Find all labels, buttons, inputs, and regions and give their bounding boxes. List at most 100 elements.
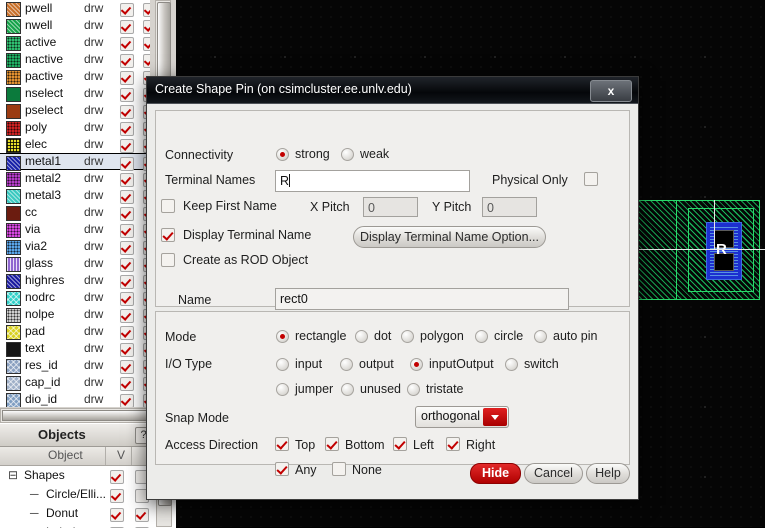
layer-row-metal2[interactable]: metal2 drw bbox=[0, 170, 150, 187]
layer-visible-checkbox[interactable] bbox=[120, 394, 134, 407]
checkbox-access-none[interactable] bbox=[332, 462, 346, 476]
tree-toggle-icon[interactable]: ─ bbox=[30, 485, 39, 504]
hide-button[interactable]: Hide bbox=[470, 463, 521, 484]
layer-row-nolpe[interactable]: nolpe drw bbox=[0, 306, 150, 323]
checkbox-access-bottom[interactable] bbox=[325, 437, 339, 451]
objects-visible-checkbox[interactable] bbox=[110, 470, 124, 484]
tree-toggle-icon[interactable]: ─ bbox=[30, 504, 39, 523]
layer-row-poly[interactable]: poly drw bbox=[0, 119, 150, 136]
create-shape-pin-dialog[interactable]: Create Shape Pin (on csimcluster.ee.unlv… bbox=[146, 76, 639, 500]
radio-connectivity-weak[interactable] bbox=[341, 148, 354, 161]
layer-visible-checkbox[interactable] bbox=[120, 275, 134, 289]
checkbox-access-top[interactable] bbox=[275, 437, 289, 451]
layer-row-highres[interactable]: highres drw bbox=[0, 272, 150, 289]
layer-visible-checkbox[interactable] bbox=[120, 54, 134, 68]
checkbox-access-any[interactable] bbox=[275, 462, 289, 476]
layer-row-elec[interactable]: elec drw bbox=[0, 136, 150, 153]
help-button[interactable]: Help bbox=[586, 463, 630, 484]
radio-mode-auto-pin[interactable] bbox=[534, 330, 547, 343]
layer-visible-checkbox[interactable] bbox=[120, 292, 134, 306]
layer-row-nselect[interactable]: nselect drw bbox=[0, 85, 150, 102]
layer-visible-checkbox[interactable] bbox=[120, 37, 134, 51]
x-pitch-input[interactable]: 0 bbox=[363, 197, 418, 217]
radio-io-unused[interactable] bbox=[341, 383, 354, 396]
radio-mode-rectangle[interactable] bbox=[276, 330, 289, 343]
checkbox-keep-first-name[interactable] bbox=[161, 199, 175, 213]
checkbox-display-terminal-name[interactable] bbox=[161, 228, 175, 242]
layer-row-pactive[interactable]: pactive drw bbox=[0, 68, 150, 85]
layer-row-metal1[interactable]: metal1 drw bbox=[0, 153, 150, 171]
layer-visible-checkbox[interactable] bbox=[120, 377, 134, 391]
layer-row-active[interactable]: active drw bbox=[0, 34, 150, 51]
layer-visible-checkbox[interactable] bbox=[120, 173, 134, 187]
radio-io-output[interactable] bbox=[340, 358, 353, 371]
layer-list-hscroll-thumb[interactable] bbox=[2, 410, 154, 421]
objects-select-checkbox[interactable] bbox=[135, 508, 149, 522]
radio-io-input[interactable] bbox=[276, 358, 289, 371]
layer-visible-checkbox[interactable] bbox=[120, 139, 134, 153]
objects-row[interactable]: ─ Label bbox=[0, 523, 176, 528]
layer-select-checkbox[interactable] bbox=[143, 20, 150, 34]
layer-visible-checkbox[interactable] bbox=[120, 3, 134, 17]
snap-mode-select[interactable]: orthogonal bbox=[415, 406, 509, 428]
dialog-titlebar[interactable]: Create Shape Pin (on csimcluster.ee.unlv… bbox=[147, 77, 638, 104]
radio-mode-circle[interactable] bbox=[475, 330, 488, 343]
close-icon[interactable]: x bbox=[590, 80, 632, 102]
objects-visible-checkbox[interactable] bbox=[110, 508, 124, 522]
layer-visible-checkbox[interactable] bbox=[120, 88, 134, 102]
layer-row-nactive[interactable]: nactive drw bbox=[0, 51, 150, 68]
layer-row-pad[interactable]: pad drw bbox=[0, 323, 150, 340]
layer-row-via2[interactable]: via2 drw bbox=[0, 238, 150, 255]
checkbox-access-left[interactable] bbox=[393, 437, 407, 451]
layer-row-via[interactable]: via drw bbox=[0, 221, 150, 238]
objects-visible-checkbox[interactable] bbox=[110, 489, 124, 503]
layer-visible-checkbox[interactable] bbox=[120, 190, 134, 204]
layer-select-checkbox[interactable] bbox=[143, 37, 150, 51]
layer-visible-checkbox[interactable] bbox=[120, 20, 134, 34]
layout-shape-group[interactable]: R bbox=[634, 200, 760, 300]
tree-toggle-icon[interactable]: ⊟ bbox=[8, 466, 18, 485]
layer-visible-checkbox[interactable] bbox=[120, 360, 134, 374]
layer-row-dio_id[interactable]: dio_id drw bbox=[0, 391, 150, 407]
layer-visible-checkbox[interactable] bbox=[120, 326, 134, 340]
radio-io-switch[interactable] bbox=[505, 358, 518, 371]
layer-row-glass[interactable]: glass drw bbox=[0, 255, 150, 272]
layer-row-text[interactable]: text drw bbox=[0, 340, 150, 357]
layer-visible-checkbox[interactable] bbox=[120, 309, 134, 323]
layer-select-checkbox[interactable] bbox=[143, 54, 150, 68]
radio-io-jumper[interactable] bbox=[276, 383, 289, 396]
layer-visible-checkbox[interactable] bbox=[120, 241, 134, 255]
layer-row-pwell[interactable]: pwell drw bbox=[0, 0, 150, 17]
layer-row-cc[interactable]: cc drw bbox=[0, 204, 150, 221]
layer-row-metal3[interactable]: metal3 drw bbox=[0, 187, 150, 204]
checkbox-access-right[interactable] bbox=[446, 437, 460, 451]
metal1-pin-shape[interactable]: R bbox=[706, 222, 742, 280]
layer-visible-checkbox[interactable] bbox=[120, 71, 134, 85]
radio-io-tristate[interactable] bbox=[407, 383, 420, 396]
layer-visible-checkbox[interactable] bbox=[120, 105, 134, 119]
radio-io-inputoutput[interactable] bbox=[410, 358, 423, 371]
layer-visible-checkbox[interactable] bbox=[120, 224, 134, 238]
tree-toggle-icon[interactable]: ─ bbox=[30, 523, 39, 528]
layer-visible-checkbox[interactable] bbox=[120, 207, 134, 221]
layer-row-nwell[interactable]: nwell drw bbox=[0, 17, 150, 34]
checkbox-create-as-rod-object[interactable] bbox=[161, 253, 175, 267]
radio-connectivity-strong[interactable] bbox=[276, 148, 289, 161]
layer-row-res_id[interactable]: res_id drw bbox=[0, 357, 150, 374]
chevron-down-icon[interactable] bbox=[483, 408, 507, 426]
y-pitch-input[interactable]: 0 bbox=[482, 197, 537, 217]
layer-row-nodrc[interactable]: nodrc drw bbox=[0, 289, 150, 306]
layer-visible-checkbox[interactable] bbox=[120, 157, 134, 171]
layer-visible-checkbox[interactable] bbox=[120, 122, 134, 136]
name-input[interactable]: rect0 bbox=[275, 288, 569, 310]
cancel-button[interactable]: Cancel bbox=[524, 463, 583, 484]
layer-select-checkbox[interactable] bbox=[143, 3, 150, 17]
layer-row-pselect[interactable]: pselect drw bbox=[0, 102, 150, 119]
radio-mode-polygon[interactable] bbox=[401, 330, 414, 343]
layer-list[interactable]: pwell drw nwell drw active drw nactive drw pacti… bbox=[0, 0, 150, 407]
layer-visible-checkbox[interactable] bbox=[120, 258, 134, 272]
layer-visible-checkbox[interactable] bbox=[120, 343, 134, 357]
display-terminal-name-option-button[interactable]: Display Terminal Name Option... bbox=[353, 226, 546, 248]
layer-row-cap_id[interactable]: cap_id drw bbox=[0, 374, 150, 391]
checkbox-physical-only[interactable] bbox=[584, 172, 598, 186]
